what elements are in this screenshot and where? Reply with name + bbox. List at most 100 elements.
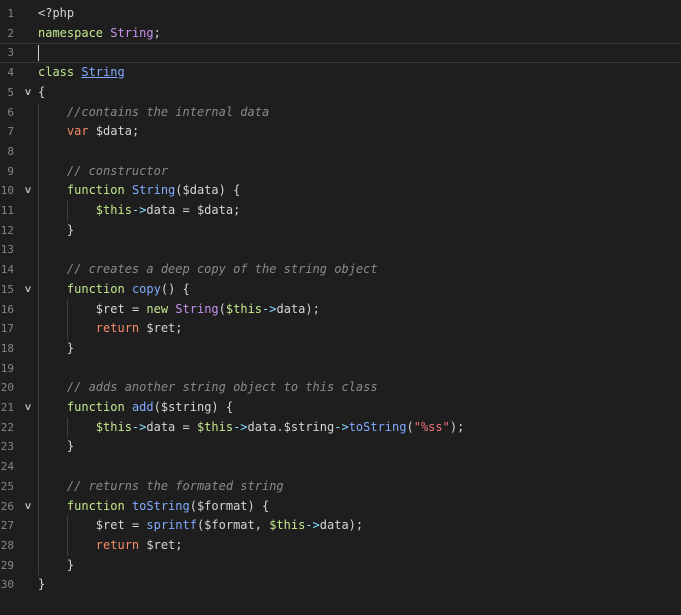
code-line[interactable]: 9 // constructor xyxy=(0,162,681,182)
code-line[interactable]: 18 } xyxy=(0,339,681,359)
code-token: "%ss" xyxy=(413,419,450,434)
code-text: return $ret; xyxy=(38,536,183,556)
code-line[interactable]: 26 ∨ function toString($format) { xyxy=(0,497,681,517)
code-text: namespace String; xyxy=(38,24,161,44)
code-line[interactable]: 28 return $ret; xyxy=(0,536,681,556)
code-token: String xyxy=(175,301,219,316)
code-line[interactable]: 17 return $ret; xyxy=(0,319,681,339)
code-token: new xyxy=(146,301,169,316)
line-number: 3 xyxy=(7,46,14,60)
code-line[interactable]: 7 var $data; xyxy=(0,122,681,142)
code-token: $this xyxy=(95,419,132,434)
code-token: } xyxy=(38,340,75,355)
code-token: ( xyxy=(218,301,226,316)
code-token: namespace xyxy=(38,25,104,40)
code-token: -> xyxy=(305,518,320,533)
code-token: } xyxy=(38,557,75,572)
fold-chevron-icon[interactable]: ∨ xyxy=(19,497,37,517)
code-line[interactable]: 20 // adds another string object to this… xyxy=(0,378,681,398)
code-line[interactable]: 5 ∨{ xyxy=(0,83,681,103)
code-token: $ret; xyxy=(139,537,183,552)
line-number: 27 xyxy=(0,519,14,533)
code-line[interactable]: 13 xyxy=(0,240,681,260)
indent-guide xyxy=(67,417,68,438)
indent-guide xyxy=(67,516,68,556)
code-line[interactable]: 10 ∨ function String($data) { xyxy=(0,181,681,201)
code-token: () { xyxy=(160,281,190,296)
code-line[interactable]: 6 //contains the internal data xyxy=(0,103,681,123)
code-line[interactable]: 1 <?php xyxy=(0,4,681,24)
code-line[interactable]: 14 // creates a deep copy of the string … xyxy=(0,260,681,280)
line-number: 20 xyxy=(0,381,14,395)
code-editor[interactable]: 1 <?php 2 namespace String; 3 4 class String 5 ∨… xyxy=(0,0,681,615)
line-number: 4 xyxy=(7,66,14,80)
code-token: class xyxy=(38,65,75,80)
code-token: ($data) { xyxy=(175,183,241,198)
code-line[interactable]: 22 $this->data = $this->data.$string->to… xyxy=(0,418,681,438)
code-text: // returns the formated string xyxy=(38,477,284,497)
code-token: -> xyxy=(334,419,349,434)
code-line[interactable]: 15 ∨ function copy() { xyxy=(0,280,681,300)
code-token: toString xyxy=(348,419,407,434)
code-token: ; xyxy=(153,25,161,40)
text-cursor xyxy=(38,45,39,62)
code-line[interactable]: 23 } xyxy=(0,437,681,457)
fold-chevron-icon[interactable]: ∨ xyxy=(19,398,37,418)
code-token: -> xyxy=(131,203,147,217)
code-line[interactable]: 30} xyxy=(0,575,681,595)
line-number: 23 xyxy=(0,440,14,454)
code-token: function xyxy=(66,400,125,414)
code-token: String xyxy=(110,25,154,40)
code-line[interactable]: 29 } xyxy=(0,556,681,576)
code-token: function xyxy=(66,183,125,198)
code-token: // adds another string object to this cl… xyxy=(66,380,378,395)
code-token: $this xyxy=(225,301,263,316)
code-text: } xyxy=(38,575,45,595)
code-token: } xyxy=(38,439,75,454)
code-line[interactable]: 27 $ret = sprintf($format, $this->data); xyxy=(0,516,681,536)
line-number: 14 xyxy=(0,263,14,277)
code-line[interactable]: 11 $this->data = $data; xyxy=(0,201,681,221)
code-token: sprintf xyxy=(146,518,197,533)
code-token: } xyxy=(38,577,46,592)
code-text: } xyxy=(38,437,74,457)
code-text: $ret = new String($this->data); xyxy=(38,300,320,320)
code-text: $this->data = $this->data.$string->toStr… xyxy=(38,418,465,438)
code-line[interactable]: 24 xyxy=(0,457,681,477)
fold-chevron-icon[interactable]: ∨ xyxy=(19,181,37,201)
code-line[interactable]: 21 ∨ function add($string) { xyxy=(0,398,681,418)
indent-guide xyxy=(38,102,39,576)
code-line[interactable]: 8 xyxy=(0,142,681,162)
code-line[interactable]: 4 class String xyxy=(0,63,681,83)
fold-chevron-icon[interactable]: ∨ xyxy=(19,280,37,300)
code-text: class String xyxy=(38,63,125,83)
line-number: 16 xyxy=(0,302,14,316)
code-token: //contains the internal data xyxy=(66,104,270,119)
code-token: $data; xyxy=(88,124,140,139)
fold-chevron-icon[interactable]: ∨ xyxy=(19,83,37,103)
code-token: <?php xyxy=(38,6,75,20)
line-number: 26 xyxy=(0,499,14,513)
indent-guide xyxy=(67,201,68,221)
code-line[interactable]: 3 xyxy=(0,43,681,64)
code-token: -> xyxy=(131,419,147,434)
code-token: function xyxy=(66,281,125,296)
line-number: 8 xyxy=(7,144,14,158)
line-number: 18 xyxy=(0,341,14,355)
code-line[interactable]: 2 namespace String; xyxy=(0,24,681,44)
code-token: String xyxy=(81,65,125,80)
code-line[interactable]: 25 // returns the formated string xyxy=(0,477,681,497)
code-token: $ret; xyxy=(139,321,183,336)
line-number: 17 xyxy=(0,322,14,336)
code-token: { xyxy=(38,84,46,99)
code-line[interactable]: 19 xyxy=(0,359,681,379)
code-line[interactable]: 16 $ret = new String($this->data); xyxy=(0,300,681,320)
code-line[interactable]: 12 } xyxy=(0,221,681,241)
